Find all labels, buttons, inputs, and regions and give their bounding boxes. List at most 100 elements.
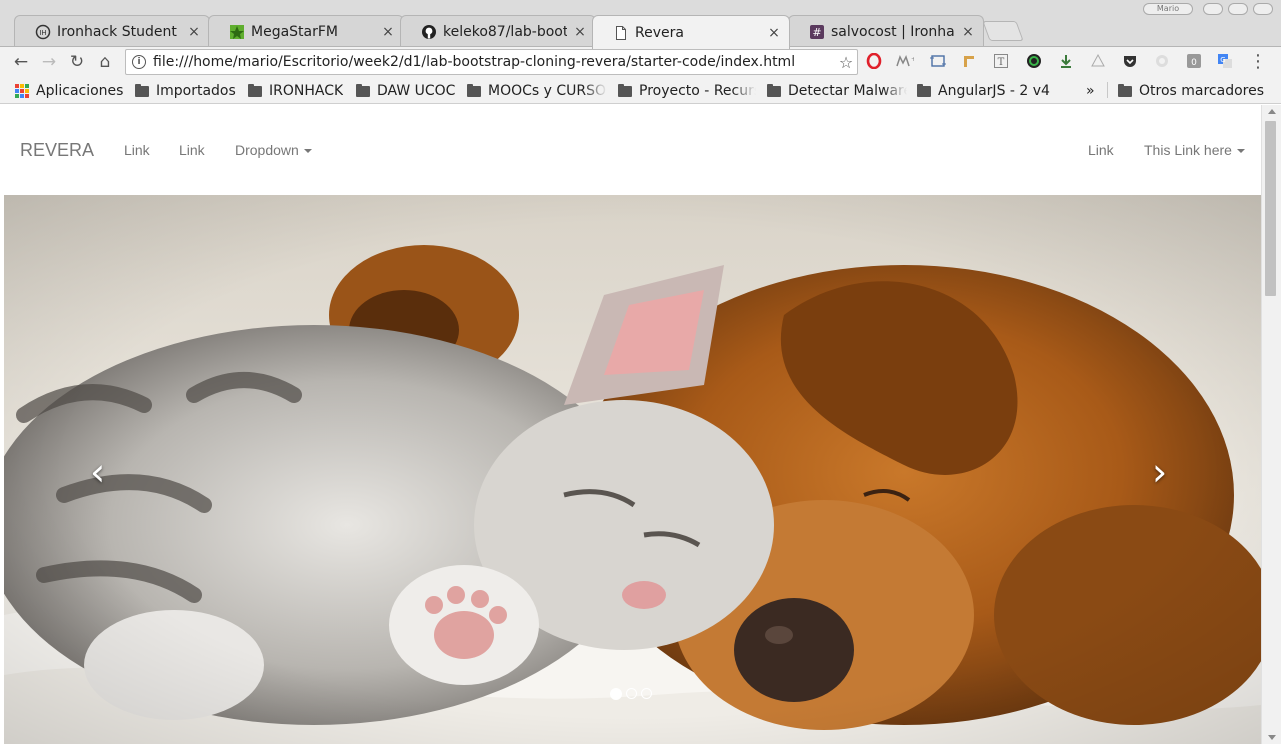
nav-link-right[interactable]: Link	[1088, 142, 1114, 158]
tab-title: keleko87/lab-boots	[443, 23, 567, 40]
github-icon	[421, 24, 437, 40]
ghost-icon[interactable]	[1153, 52, 1171, 70]
close-icon[interactable]: ×	[573, 24, 587, 40]
carousel-indicator-3[interactable]	[641, 688, 652, 699]
url-text[interactable]: file:///home/mario/Escritorio/week2/d1/l…	[153, 54, 835, 70]
tab-title: MegaStarFM	[251, 23, 339, 40]
bookmark-angularjs[interactable]: AngularJS - 2 v4	[917, 81, 1050, 101]
bookmark-label: Otros marcadores	[1139, 83, 1265, 99]
profile-badge[interactable]: Mario	[1143, 3, 1193, 15]
info-icon[interactable]: i	[132, 55, 146, 69]
bookmark-star-icon[interactable]: ☆	[835, 53, 857, 72]
bookmark-label: Importados	[156, 83, 236, 99]
tab-megastarfm[interactable]: MegaStarFM ×	[208, 15, 404, 47]
screenshot-icon[interactable]	[929, 52, 947, 70]
folder-icon	[248, 83, 262, 97]
svg-text:#: #	[812, 26, 821, 39]
mplus-icon[interactable]: +	[896, 52, 914, 70]
carousel-slide-image	[4, 195, 1261, 744]
nav-dropdown[interactable]: Dropdown	[235, 142, 312, 158]
bookmark-label: AngularJS - 2 v4	[938, 83, 1050, 99]
folder-icon	[135, 83, 149, 97]
carousel-next-icon[interactable]: ›	[1152, 450, 1167, 494]
caret-down-icon	[303, 149, 312, 154]
opera-icon[interactable]	[865, 52, 883, 70]
tab-title: Ironhack Student P	[57, 23, 181, 40]
nav-link-1[interactable]: Link	[124, 142, 150, 158]
menu-icon[interactable]: ⋮	[1249, 51, 1267, 72]
bookmark-aplicaciones[interactable]: Aplicaciones	[15, 81, 123, 101]
bookmark-detectar-malware[interactable]: Detectar Malware	[767, 81, 907, 101]
scroll-up-arrow-icon[interactable]	[1268, 109, 1276, 114]
nav-dropdown-right[interactable]: This Link here	[1144, 142, 1245, 158]
carousel-prev-icon[interactable]: ‹	[90, 450, 105, 494]
bookmarks-overflow-button[interactable]: »	[1086, 81, 1095, 101]
nav-dropdown-right-label: This Link here	[1144, 142, 1232, 158]
tab-title: salvocost | Ironhack	[831, 23, 955, 40]
folder-icon	[467, 83, 481, 97]
nav-dropdown-label: Dropdown	[235, 142, 299, 158]
counter-icon[interactable]: 0	[1185, 52, 1203, 70]
close-icon[interactable]: ×	[187, 24, 201, 40]
bookmark-importados[interactable]: Importados	[135, 81, 236, 101]
svg-text:IH: IH	[39, 29, 46, 37]
bookmark-label: Proyecto - Recursos	[639, 83, 756, 99]
tab-title: Revera	[635, 24, 684, 41]
maximize-button[interactable]	[1228, 3, 1248, 15]
ruler-icon[interactable]	[960, 52, 978, 70]
svg-text:0: 0	[1191, 58, 1197, 68]
bookmark-moocs[interactable]: MOOCs y CURSOS	[467, 81, 607, 101]
color-picker-icon[interactable]	[1025, 52, 1043, 70]
bookmark-otros-marcadores[interactable]: Otros marcadores	[1118, 81, 1264, 101]
tab-slack[interactable]: # salvocost | Ironhack ×	[788, 15, 984, 47]
reload-button[interactable]: ↻	[64, 49, 90, 75]
pocket-icon[interactable]	[1121, 52, 1139, 70]
minimize-button[interactable]	[1203, 3, 1223, 15]
forward-button[interactable]: →	[36, 49, 62, 75]
folder-icon	[1118, 83, 1132, 97]
carousel-indicator-1[interactable]	[610, 688, 622, 700]
ironhack-icon: IH	[35, 24, 51, 40]
navbar-brand[interactable]: REVERA	[20, 140, 94, 161]
scroll-thumb[interactable]	[1265, 121, 1276, 296]
font-icon[interactable]: T	[992, 52, 1010, 70]
home-button[interactable]: ⌂	[92, 49, 118, 75]
close-icon[interactable]: ×	[381, 24, 395, 40]
bookmark-label: DAW UCOC	[377, 83, 456, 99]
folder-icon	[356, 83, 370, 97]
folder-icon	[917, 83, 931, 97]
close-icon[interactable]: ×	[961, 24, 975, 40]
document-icon	[613, 25, 629, 41]
back-button[interactable]: ←	[8, 49, 34, 75]
carousel-indicator-2[interactable]	[626, 688, 637, 699]
tab-github[interactable]: keleko87/lab-boots ×	[400, 15, 596, 47]
folder-icon	[767, 83, 781, 97]
carousel-indicators	[610, 688, 652, 700]
carousel: ‹ ›	[4, 195, 1261, 744]
new-tab-button[interactable]	[982, 21, 1024, 41]
bookmark-proyecto[interactable]: Proyecto - Recursos	[618, 81, 756, 101]
svg-text:T: T	[998, 57, 1005, 68]
bookmark-label: IRONHACK	[269, 83, 344, 99]
nav-link-2[interactable]: Link	[179, 142, 205, 158]
download-icon[interactable]	[1057, 52, 1075, 70]
bookmark-daw-ucoc[interactable]: DAW UCOC	[356, 81, 455, 101]
translate-icon[interactable]: G	[1216, 52, 1234, 70]
apps-icon	[15, 84, 29, 98]
tab-revera[interactable]: Revera ×	[592, 15, 790, 49]
close-icon[interactable]: ×	[767, 25, 781, 41]
bookmark-label: Aplicaciones	[36, 83, 124, 99]
extension-icon[interactable]	[1089, 52, 1107, 70]
scroll-down-arrow-icon[interactable]	[1268, 735, 1276, 740]
bookmarks-separator	[1107, 82, 1108, 98]
svg-text:+: +	[911, 56, 914, 63]
caret-down-icon	[1236, 149, 1245, 154]
window-close-button[interactable]	[1253, 3, 1273, 15]
bookmark-ironhack[interactable]: IRONHACK	[248, 81, 343, 101]
svg-text:G: G	[1220, 56, 1225, 64]
folder-icon	[618, 83, 632, 97]
bookmarks-bar: Aplicaciones Importados IRONHACK DAW UCO…	[0, 77, 1281, 104]
tab-ironhack[interactable]: IH Ironhack Student P ×	[14, 15, 210, 47]
page-scrollbar[interactable]	[1261, 105, 1281, 744]
address-bar[interactable]: i file:///home/mario/Escritorio/week2/d1…	[125, 49, 858, 75]
